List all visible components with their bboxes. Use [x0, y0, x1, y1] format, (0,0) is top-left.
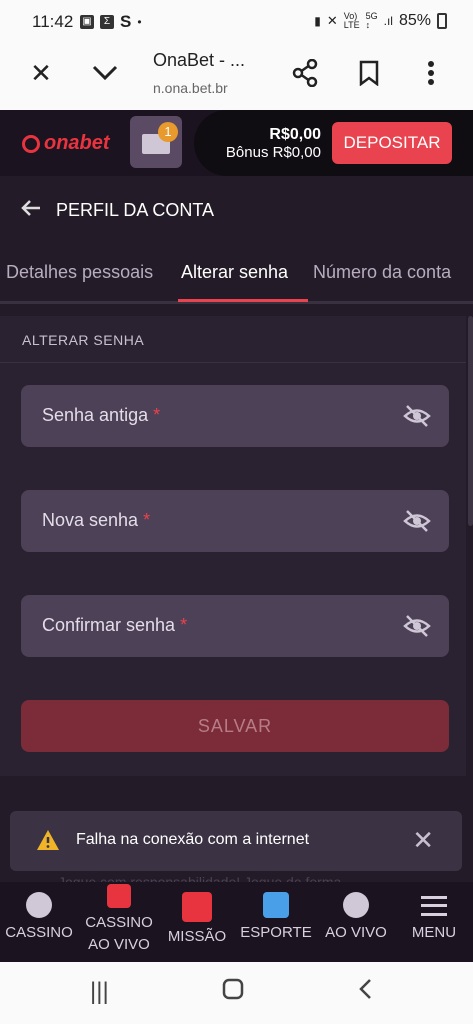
required-marker: * — [180, 615, 188, 635]
close-icon[interactable]: ✕ — [412, 825, 434, 856]
section-title: ALTERAR SENHA — [22, 332, 145, 348]
browser-url[interactable]: n.ona.bet.br — [153, 80, 228, 96]
nav-mission[interactable]: MISSÃO — [164, 892, 230, 945]
confirm-password-field[interactable]: Confirmar senha * — [21, 595, 449, 657]
crown-icon — [26, 892, 52, 918]
soccer-ball-icon — [263, 892, 289, 918]
connection-error-toast: Falha na conexão com a internet ✕ — [10, 811, 462, 871]
browser-title: OnaBet - ... — [153, 50, 246, 70]
home-icon[interactable] — [222, 978, 244, 1007]
page-header: PERFIL DA CONTA — [20, 196, 214, 224]
more-options-icon[interactable] — [416, 58, 446, 88]
eye-off-icon[interactable] — [403, 613, 431, 639]
bookmark-icon[interactable] — [354, 58, 384, 88]
status-notification-icons: ▣ Σ S • — [80, 12, 142, 32]
nav-sports[interactable]: ESPORTE — [240, 892, 312, 941]
close-icon[interactable]: ✕ — [26, 58, 56, 88]
tab-personal-details[interactable]: Detalhes pessoais — [6, 262, 153, 283]
profile-tabs: Detalhes pessoais Alterar senha Número d… — [0, 244, 473, 304]
old-password-field[interactable]: Senha antiga * — [21, 385, 449, 447]
recent-apps-icon[interactable]: ||| — [90, 978, 109, 1006]
system-navigation-bar: ||| — [0, 962, 473, 1024]
required-marker: * — [143, 510, 151, 530]
new-password-label: Nova senha — [42, 510, 139, 530]
old-password-label: Senha antiga — [42, 405, 149, 425]
sigma-icon: Σ — [100, 15, 114, 29]
browser-bar: ✕ OnaBet - ... n.ona.bet.br — [0, 44, 473, 110]
logo-target-icon — [22, 134, 40, 153]
change-password-panel: ALTERAR SENHA Senha antiga * Nova senha … — [0, 316, 466, 776]
live-casino-icon — [107, 884, 131, 908]
s-app-icon: S — [120, 12, 132, 31]
bonus-value: Bônus R$0,00 — [225, 144, 321, 161]
page-title: PERFIL DA CONTA — [56, 199, 215, 220]
tab-account-number[interactable]: Número da conta — [313, 262, 451, 283]
eye-off-icon[interactable] — [403, 403, 431, 429]
balance-value: R$0,00 — [269, 126, 321, 143]
toast-message: Falha na conexão com a internet — [76, 831, 310, 848]
status-time: 11:42 — [32, 12, 74, 31]
mission-target-icon — [182, 892, 212, 922]
onabet-logo[interactable]: onabet — [22, 132, 110, 155]
share-icon[interactable] — [290, 58, 320, 88]
signal-icon: .ıl — [383, 14, 393, 28]
eye-off-icon[interactable] — [403, 508, 431, 534]
status-right: ▮ ✕ Vo) LTE 5G ↕ .ıl 85% — [314, 12, 447, 30]
back-arrow-icon[interactable] — [20, 196, 42, 224]
5g-icon: 5G ↕ — [365, 11, 378, 30]
back-icon[interactable] — [358, 978, 372, 1007]
lock-icon: ▮ — [314, 14, 321, 28]
mute-icon: ✕ — [326, 13, 338, 28]
bottom-navigation: CASSINO CASSINO AO VIVO MISSÃO ESPORTE A… — [0, 882, 473, 962]
volte-icon: Vo) LTE — [343, 11, 360, 30]
deposit-button[interactable]: DEPOSITAR — [332, 122, 452, 164]
confirm-password-label: Confirmar senha — [42, 615, 176, 635]
crown-icon — [343, 892, 369, 918]
active-tab-indicator — [178, 299, 308, 302]
save-button[interactable]: SALVAR — [21, 700, 449, 752]
dot-icon: • — [137, 15, 142, 29]
hamburger-menu-icon — [421, 896, 447, 916]
battery-icon — [437, 13, 447, 29]
tab-change-password[interactable]: Alterar senha — [181, 262, 288, 283]
section-divider — [0, 362, 466, 363]
required-marker: * — [153, 405, 161, 425]
scrollbar[interactable] — [468, 316, 473, 526]
messages-button[interactable]: 1 — [130, 116, 182, 168]
nav-live-casino[interactable]: CASSINO AO VIVO — [80, 884, 158, 956]
message-count-badge: 1 — [158, 122, 178, 142]
chevron-down-icon[interactable] — [90, 58, 120, 88]
status-bar: 11:42 ▣ Σ S • ▮ ✕ Vo) LTE 5G ↕ .ıl 85% — [0, 0, 473, 44]
nav-live[interactable]: AO VIVO — [320, 892, 392, 941]
warning-icon — [37, 830, 59, 850]
battery-level: 85% — [398, 12, 431, 29]
gallery-icon: ▣ — [80, 15, 94, 29]
new-password-field[interactable]: Nova senha * — [21, 490, 449, 552]
nav-casino[interactable]: CASSINO — [4, 892, 74, 941]
nav-menu[interactable]: MENU — [404, 892, 464, 941]
